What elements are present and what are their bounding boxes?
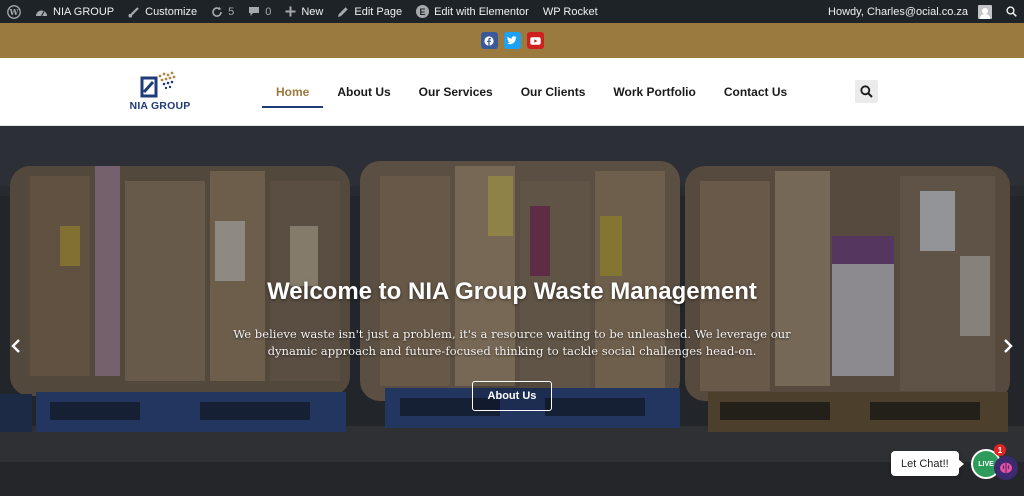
nav-item-work-portfolio[interactable]: Work Portfolio [599,58,709,126]
howdy-label: Howdy, Charles@ocial.co.za [828,5,968,18]
new-label: New [301,5,324,18]
wordpress-icon: W [7,4,21,19]
edit-page-label: Edit Page [354,5,403,18]
chat-notification-badge: 1 [994,444,1006,456]
elementor-icon: E [416,5,430,18]
account-menu[interactable]: Howdy, Charles@ocial.co.za [821,0,999,23]
slider-prev-arrow[interactable] [8,334,24,358]
wordpress-logo-button[interactable]: W [0,0,28,23]
comments-count: 0 [265,5,272,18]
updates-count: 5 [228,5,235,18]
logo-mark-icon [140,71,176,98]
chevron-right-icon [1004,339,1013,353]
refresh-icon [211,6,223,18]
site-logo[interactable]: NIA GROUP [120,70,200,116]
logo-text: NIA GROUP [129,100,191,112]
hero-subtitle: We believe waste isn't just a problem, i… [233,327,791,358]
main-nav: Home About Us Our Services Our Clients W… [262,58,801,126]
search-icon [1006,6,1017,17]
slider-next-arrow[interactable] [1000,334,1016,358]
edit-page-link[interactable]: Edit Page [330,0,409,23]
updates-link[interactable]: 5 [204,0,241,23]
brush-icon [128,6,140,18]
site-header: NIA GROUP Home About Us Our Services Our… [0,58,1024,126]
wp-admin-bar: W NIA GROUP Customize 5 0 New Edit Page … [0,0,1024,23]
new-content-link[interactable]: New [278,0,330,23]
chat-prompt-bubble[interactable]: Let Chat!! [891,451,964,476]
edit-elementor-label: Edit with Elementor [434,5,529,18]
customize-label: Customize [145,5,198,18]
nav-item-our-services[interactable]: Our Services [405,58,507,126]
hero-title: Welcome to NIA Group Waste Management [267,278,757,305]
dashboard-icon [35,6,48,17]
pencil-icon [337,6,349,18]
nav-item-our-clients[interactable]: Our Clients [507,58,600,126]
nav-item-contact-us[interactable]: Contact Us [710,58,801,126]
comments-link[interactable]: 0 [241,0,278,23]
brain-icon [1000,462,1012,474]
edit-elementor-link[interactable]: E Edit with Elementor [409,0,536,23]
chat-agent-avatar[interactable] [994,456,1018,480]
header-search-button[interactable] [855,80,878,103]
avatar [978,4,992,19]
about-us-button[interactable]: About Us [472,381,552,411]
site-name-link[interactable]: NIA GROUP [28,0,121,23]
site-name-label: NIA GROUP [53,5,115,18]
comment-icon [248,6,260,17]
facebook-icon[interactable] [480,32,498,49]
customize-link[interactable]: Customize [121,0,204,23]
search-icon [860,85,873,98]
twitter-icon[interactable] [503,32,521,49]
social-top-bar [0,23,1024,58]
wp-rocket-link[interactable]: WP Rocket [536,0,605,23]
wp-rocket-label: WP Rocket [542,5,598,18]
admin-search-button[interactable] [999,0,1024,23]
youtube-icon[interactable] [526,32,544,49]
svg-text:W: W [9,7,20,17]
hero-overlay [0,126,1024,496]
nav-item-about-us[interactable]: About Us [323,58,404,126]
plus-icon [285,6,296,17]
chevron-left-icon [11,339,20,353]
hero-slider: Welcome to NIA Group Waste Management We… [0,126,1024,496]
nav-item-home[interactable]: Home [262,58,324,126]
